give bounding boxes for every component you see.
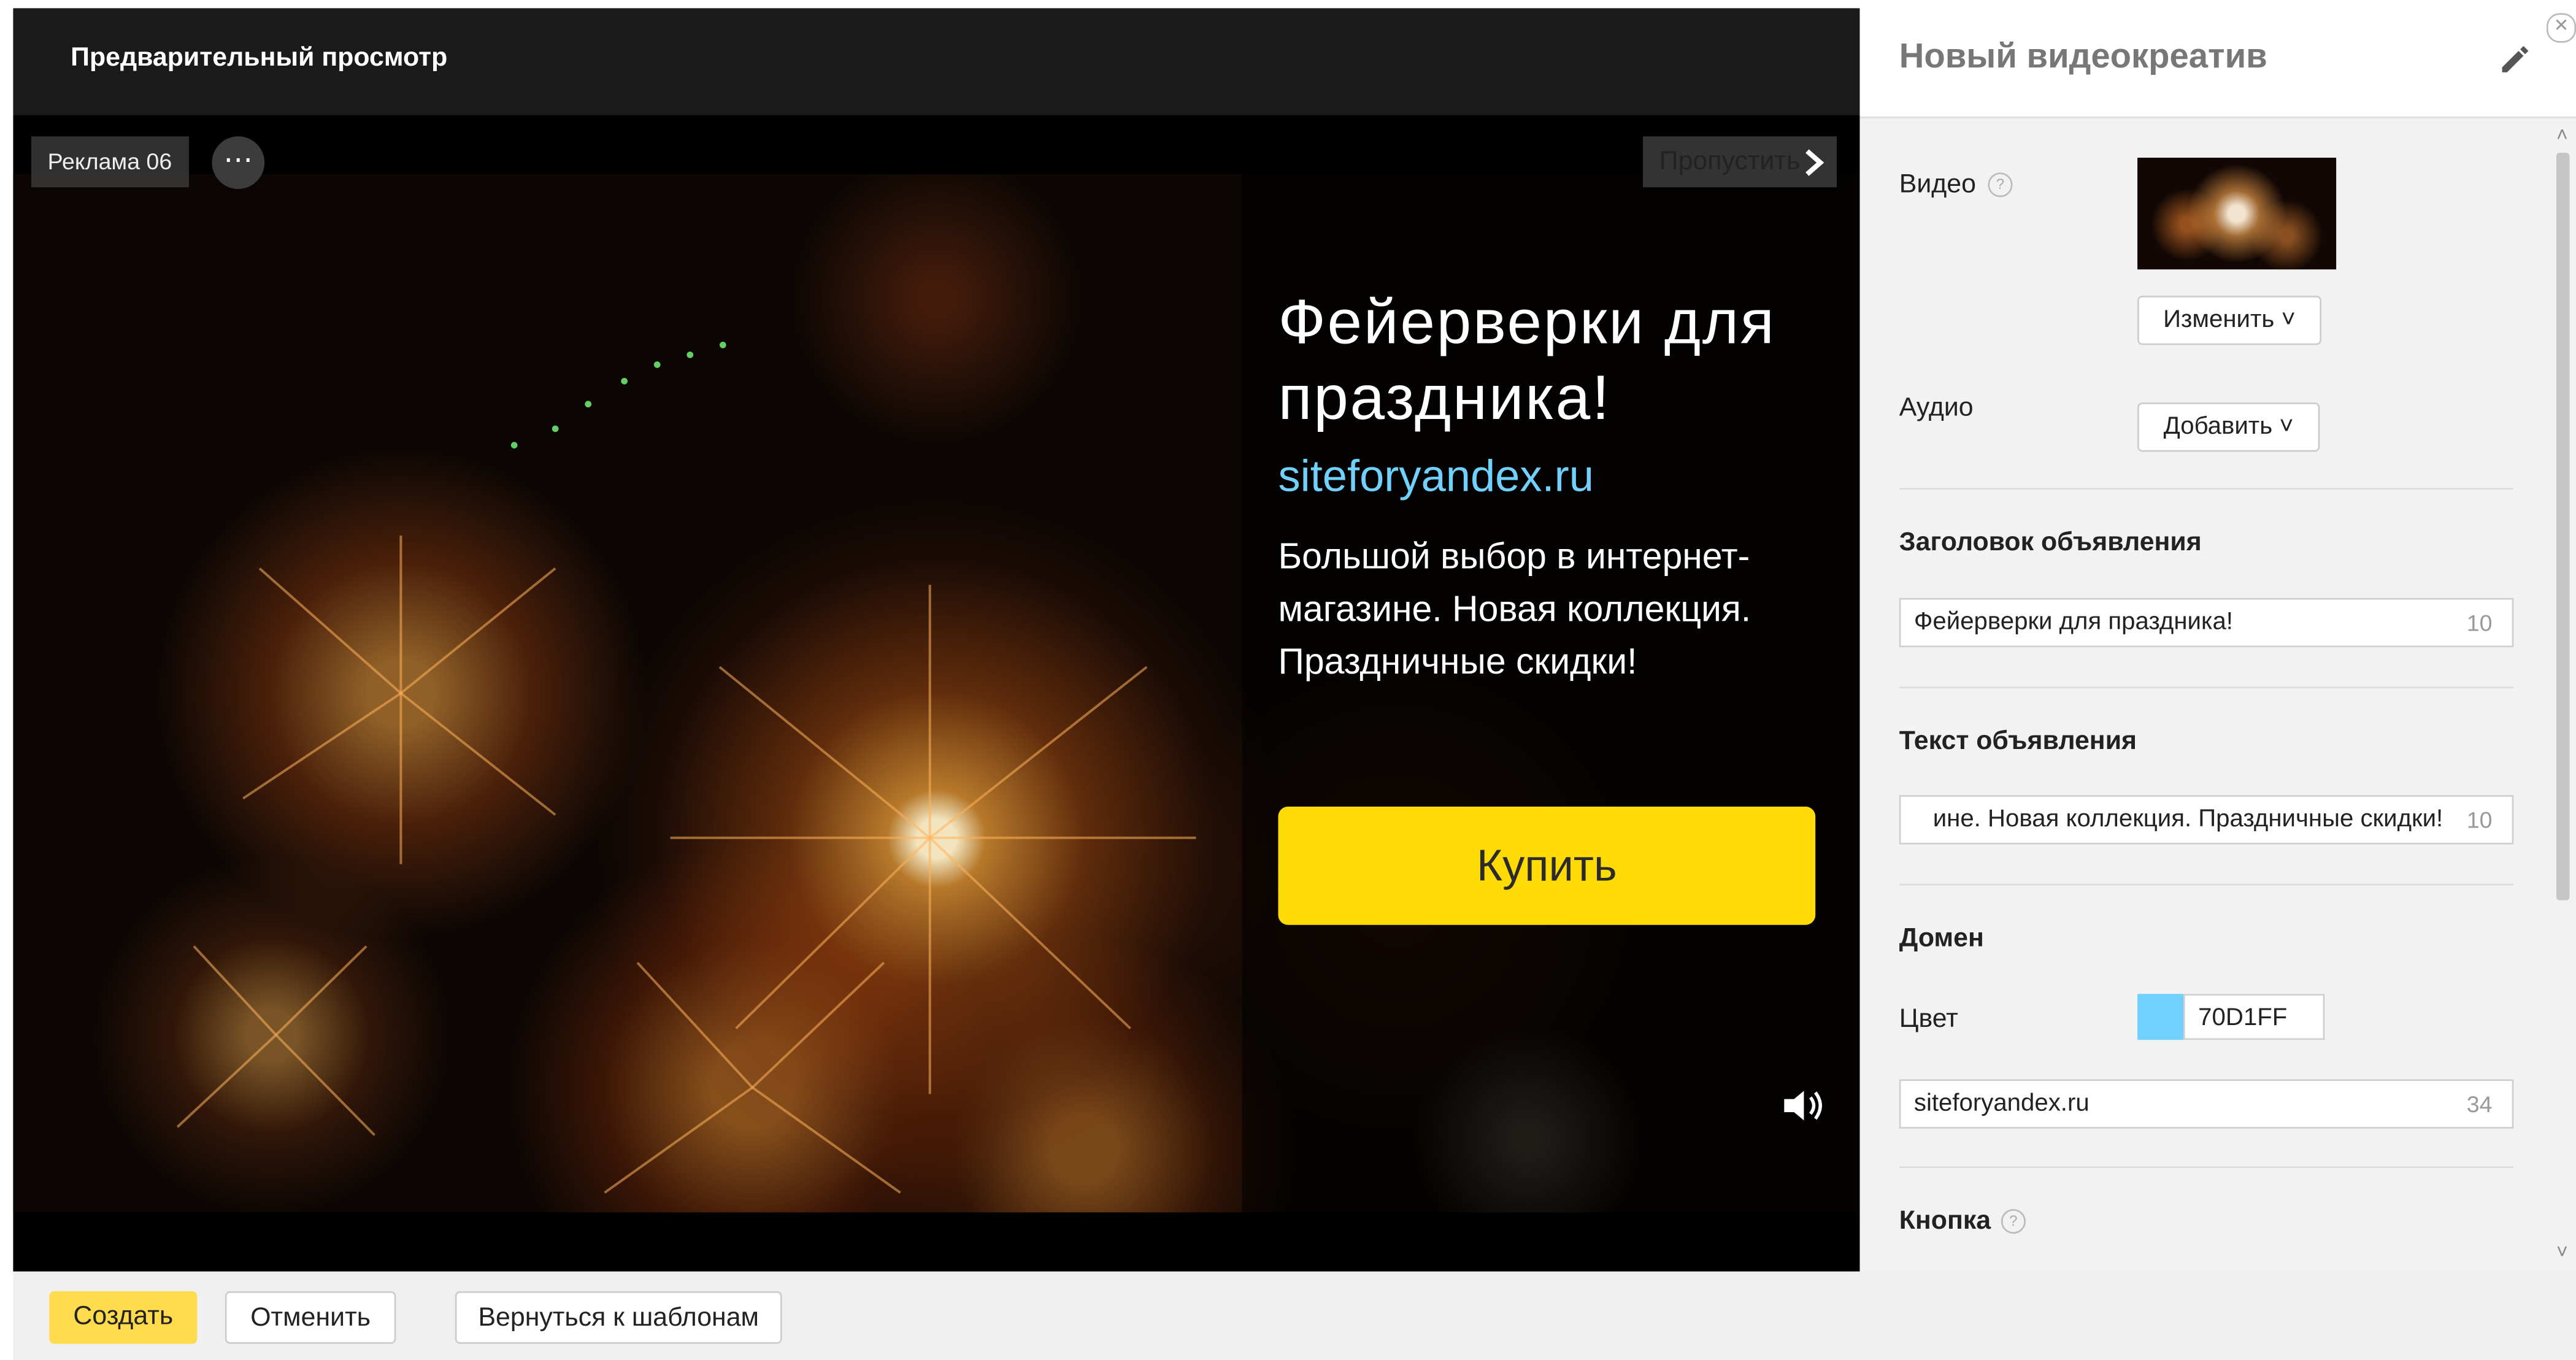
more-options-button[interactable]: ⋯ — [212, 136, 265, 189]
scroll-down-icon[interactable]: ˅ — [2556, 1240, 2568, 1263]
chevron-right-icon — [1805, 149, 1824, 176]
headline-counter: 10 — [2466, 609, 2493, 636]
ad-domain[interactable]: siteforyandex.ru — [1278, 451, 1593, 502]
domain-input[interactable]: siteforyandex.ru 34 — [1899, 1079, 2514, 1129]
ad-text: Большой выбор в интернет-магазине. Новая… — [1278, 536, 1751, 682]
chevron-down-icon: ˅ — [2279, 412, 2294, 440]
video-thumbnail — [2137, 158, 2337, 270]
change-video-button[interactable]: Изменить ˅ — [2137, 296, 2322, 345]
settings-panel: Новый видеокреатив ˄ ˅ Видео ? Изменить … — [1859, 8, 2576, 1272]
change-button-label: Изменить — [2163, 305, 2275, 334]
add-audio-button[interactable]: Добавить ˅ — [2137, 402, 2320, 452]
more-dots-icon: ⋯ — [223, 142, 253, 176]
color-input[interactable]: 70D1FF — [2183, 994, 2325, 1040]
audio-label: Аудио — [1899, 394, 1974, 423]
skip-label: Пропустить — [1659, 148, 1801, 176]
ad-text-input[interactable]: ине. Новая коллекция. Праздничные скидки… — [1899, 795, 2514, 845]
close-icon[interactable]: ✕ — [2546, 13, 2576, 43]
ad-text-counter: 10 — [2466, 806, 2493, 833]
bottom-bar: Создать Отменить Вернуться к шаблонам — [13, 1271, 2576, 1360]
speaker-icon[interactable] — [1781, 1086, 1827, 1125]
help-icon[interactable]: ? — [2001, 1209, 2026, 1234]
skip-button[interactable]: Пропустить — [1643, 136, 1837, 188]
button-label: Кнопка — [1899, 1207, 1991, 1235]
create-button[interactable]: Создать — [49, 1291, 198, 1344]
divider — [1899, 488, 2514, 490]
ad-text-label: Текст объявления — [1899, 728, 2137, 756]
divider — [1899, 1166, 2514, 1169]
chevron-down-icon: ˅ — [2281, 305, 2296, 334]
ad-text-value: ине. Новая коллекция. Праздничные скидки… — [1932, 805, 2443, 833]
app-root: Предварительный просмотр Реклама 06 ⋯ Пр… — [0, 0, 2576, 1360]
help-icon[interactable]: ? — [1988, 172, 2013, 198]
color-label: Цвет — [1899, 1005, 1958, 1034]
ad-badge: Реклама 06 — [31, 136, 188, 188]
headline-value: Фейерверки для праздника! — [1913, 607, 2233, 636]
preview-header: Предварительный просмотр — [13, 8, 1860, 115]
video-label: Видео — [1899, 171, 1976, 199]
domain-label: Домен — [1899, 924, 1984, 953]
domain-value: siteforyandex.ru — [1913, 1089, 2090, 1118]
back-to-templates-button[interactable]: Вернуться к шаблонам — [455, 1291, 782, 1344]
color-swatch[interactable] — [2137, 994, 2184, 1040]
preview-area: Реклама 06 ⋯ Пропустить Фейерверки для п… — [13, 115, 1860, 1272]
headline-label: Заголовок объявления — [1899, 529, 2202, 557]
pencil-icon[interactable] — [2497, 44, 2531, 77]
buy-button[interactable]: Купить — [1278, 806, 1816, 925]
panel-header: Новый видеокреатив — [1859, 8, 2576, 118]
domain-counter: 34 — [2466, 1091, 2493, 1118]
add-button-label: Добавить — [2163, 412, 2273, 440]
scrollbar-thumb[interactable] — [2556, 153, 2570, 901]
panel-title: Новый видеокреатив — [1899, 37, 2267, 76]
divider — [1899, 883, 2514, 886]
divider — [1899, 686, 2514, 689]
headline-input[interactable]: Фейерверки для праздника! 10 — [1899, 597, 2514, 648]
scroll-up-icon[interactable]: ˄ — [2556, 123, 2568, 146]
ad-title: Фейерверки для праздника! — [1278, 289, 1776, 434]
cancel-button[interactable]: Отменить — [225, 1291, 396, 1344]
preview-title: Предварительный просмотр — [71, 44, 448, 72]
